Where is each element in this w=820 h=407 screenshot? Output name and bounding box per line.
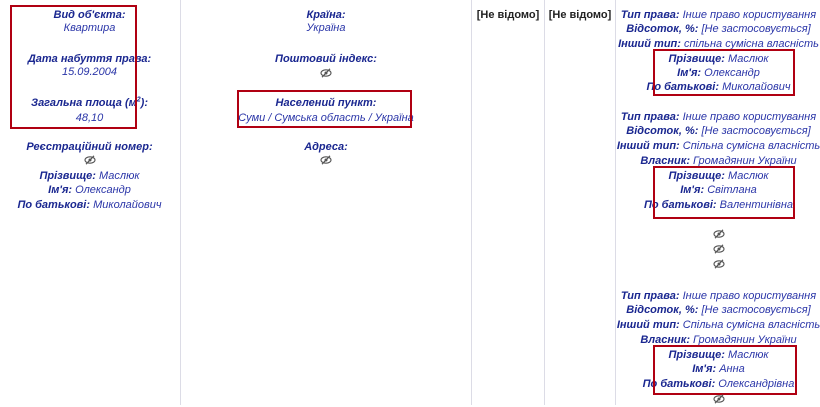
- right-type-line: Тип права: Інше право користування: [620, 290, 817, 302]
- eye-slash-icon[interactable]: [616, 259, 820, 272]
- country-label-line: Країна:: [306, 9, 346, 21]
- unknown-column-1: [Не відомо]: [471, 0, 544, 405]
- right-type-line: Тип права: Інше право користування: [620, 9, 817, 21]
- reg-number-label-line: Реєстраційний номер:: [26, 141, 153, 153]
- postal-label-line: Поштовий індекс:: [275, 53, 377, 65]
- object-column: Вид об'єкта: Квартира Дата набуття права…: [0, 0, 179, 405]
- address-label-line: Адреса:: [304, 141, 348, 153]
- other-type-line: Інший тип: Спільна сумісна власність: [616, 140, 820, 152]
- rights-column: Тип права: Інше право користування Відсо…: [615, 0, 820, 405]
- unknown-column-2: [Не відомо]: [544, 0, 615, 405]
- highlight-box-owner-1: [653, 49, 795, 96]
- highlight-box-owner-3: [653, 345, 797, 395]
- unknown-value: [Не відомо]: [548, 9, 612, 21]
- unknown-value: [Не відомо]: [476, 9, 540, 21]
- percent-line: Відсоток, %: [Не застосовується]: [626, 23, 811, 35]
- highlight-box-settlement: [237, 90, 412, 128]
- right-type-line: Тип права: Інше право користування: [620, 111, 817, 123]
- eye-slash-icon[interactable]: [616, 394, 820, 407]
- owner-name-line: Ім'я: Олександр: [48, 184, 131, 196]
- owner-patronymic-line: По батькові: Миколайович: [17, 199, 162, 211]
- eye-slash-icon[interactable]: [181, 68, 471, 81]
- percent-line: Відсоток, %: [Не застосовується]: [626, 304, 811, 316]
- eye-slash-icon[interactable]: [0, 155, 179, 168]
- location-column: Країна: Україна Поштовий індекс: Населен…: [180, 0, 471, 405]
- percent-line: Відсоток, %: [Не застосовується]: [626, 125, 811, 137]
- owner-surname-line: Прізвище: Маслюк: [39, 170, 140, 182]
- country-value: Україна: [306, 22, 346, 34]
- eye-slash-icon[interactable]: [181, 155, 471, 168]
- highlight-box-object: [10, 5, 137, 129]
- eye-slash-icon[interactable]: [616, 229, 820, 242]
- highlight-box-owner-2: [653, 166, 795, 219]
- eye-slash-icon[interactable]: [616, 244, 820, 257]
- other-type-line: Інший тип: Спільна сумісна власність: [616, 319, 820, 331]
